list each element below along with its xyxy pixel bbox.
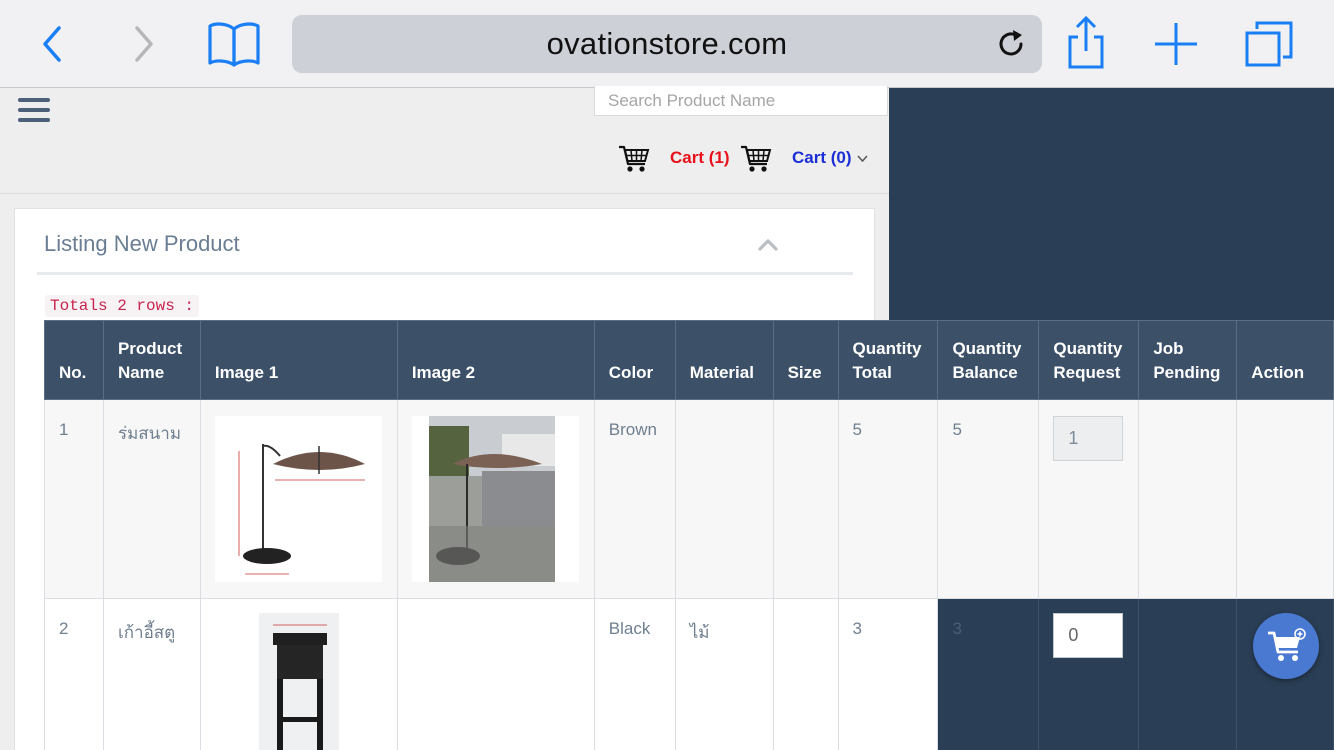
share-icon[interactable] — [1062, 14, 1110, 72]
cell-quantity-balance: 5 — [937, 399, 1040, 599]
forward-icon[interactable] — [120, 22, 164, 66]
cell-product-name: เก้าอี้สตู — [102, 598, 201, 750]
col-no[interactable]: No. — [44, 320, 104, 400]
address-bar[interactable]: ovationstore.com — [292, 15, 1042, 73]
floating-cart-button[interactable] — [1253, 613, 1319, 679]
cart-blue-link[interactable]: Cart (0) — [792, 148, 852, 168]
cell-size — [772, 399, 839, 599]
cell-no: 2 — [44, 598, 104, 750]
cell-color: Black — [593, 598, 676, 750]
cell-color: Brown — [593, 399, 676, 599]
cell-material — [674, 399, 774, 599]
cart-icon[interactable] — [740, 144, 772, 174]
back-icon[interactable] — [30, 22, 74, 66]
reload-icon[interactable] — [996, 28, 1028, 60]
col-material[interactable]: Material — [674, 320, 774, 400]
stool-image[interactable] — [215, 613, 382, 750]
cell-material: ไม้ — [674, 598, 774, 750]
col-quantity-balance[interactable]: Quantity Balance — [937, 320, 1040, 400]
cell-action — [1236, 399, 1334, 599]
cell-quantity-balance: 3 — [937, 598, 1040, 750]
umbrella-photo-image[interactable] — [411, 416, 579, 582]
col-action[interactable]: Action — [1236, 320, 1334, 400]
col-product-name[interactable]: Product Name — [102, 320, 201, 400]
totals-label: Totals 2 rows : — [45, 295, 200, 317]
table-row: 1 ร่มสนาม Brown 5 5 1 — [44, 399, 1334, 599]
cell-product-name: ร่มสนาม — [102, 399, 201, 599]
cell-quantity-total: 5 — [837, 399, 939, 599]
col-size[interactable]: Size — [772, 320, 839, 400]
table-row: 2 เก้าอี้สตู Black ไม้ 3 3 0 — [44, 598, 1334, 750]
col-image-1[interactable]: Image 1 — [199, 320, 398, 400]
cell-no: 1 — [44, 399, 104, 599]
col-job-pending[interactable]: Job Pending — [1138, 320, 1238, 400]
panel-divider — [37, 272, 853, 275]
url-text: ovationstore.com — [546, 26, 788, 61]
chevron-down-icon[interactable] — [857, 150, 868, 168]
cell-quantity-total: 3 — [837, 598, 939, 750]
browser-toolbar: ovationstore.com — [0, 0, 1334, 88]
site-header: Cart (1) Cart (0) — [0, 86, 889, 194]
cart-red-link[interactable]: Cart (1) — [670, 148, 730, 168]
search-input[interactable] — [594, 86, 888, 116]
product-table: No. Product Name Image 1 Image 2 Color Ma… — [44, 320, 1334, 750]
col-quantity-total[interactable]: Quantity Total — [837, 320, 939, 400]
col-image-2[interactable]: Image 2 — [396, 320, 595, 400]
panel-title: Listing New Product — [44, 231, 240, 256]
quantity-request-input[interactable]: 1 — [1053, 416, 1124, 461]
tabs-icon[interactable] — [1242, 18, 1296, 70]
quantity-request-input[interactable]: 0 — [1053, 613, 1124, 658]
col-quantity-request[interactable]: Quantity Request — [1038, 320, 1140, 400]
hamburger-menu-icon[interactable] — [18, 98, 50, 126]
umbrella-diagram-image[interactable] — [214, 416, 382, 582]
cell-size — [772, 598, 839, 750]
new-tab-icon[interactable] — [1152, 22, 1200, 66]
table-header-row: No. Product Name Image 1 Image 2 Color Ma… — [44, 320, 1334, 400]
bookmarks-icon[interactable] — [206, 22, 262, 67]
cell-job-pending — [1138, 598, 1238, 750]
cell-image-2 — [396, 598, 595, 750]
add-to-cart-icon — [1268, 628, 1306, 661]
cart-icon[interactable] — [618, 144, 650, 174]
cell-job-pending — [1138, 399, 1238, 599]
chevron-up-icon[interactable] — [757, 237, 779, 251]
col-color[interactable]: Color — [593, 320, 676, 400]
